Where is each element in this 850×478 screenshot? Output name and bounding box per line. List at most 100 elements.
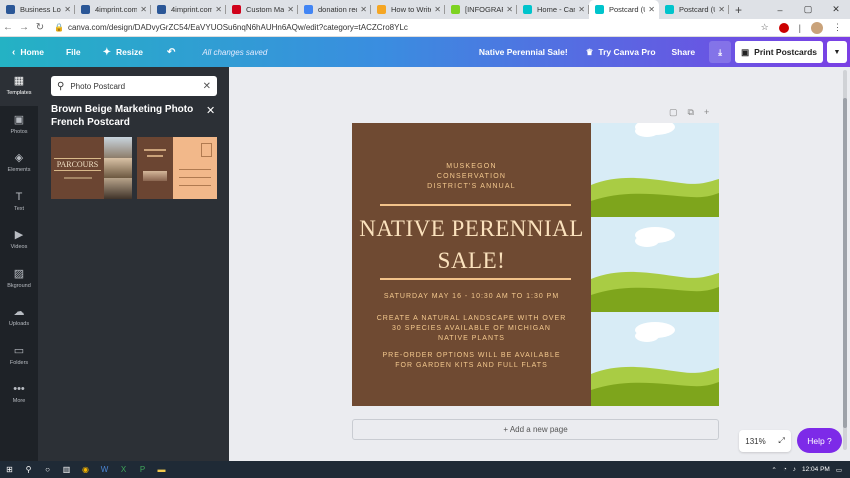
- landscape-images[interactable]: [591, 123, 719, 406]
- rail-item-photos[interactable]: ▣ Photos: [0, 106, 38, 145]
- browser-tab[interactable]: 4imprint.com ✕: [75, 0, 151, 19]
- landscape-image[interactable]: [591, 217, 719, 312]
- stamp-box: [201, 143, 212, 157]
- file-menu-button[interactable]: File: [66, 47, 81, 57]
- fullscreen-icon[interactable]: ⤢: [778, 436, 784, 446]
- event-description[interactable]: CREATE A NATURAL LANDSCAPE WITH OVER 30 …: [376, 314, 567, 344]
- file-label: File: [65, 47, 81, 57]
- rail-item-videos[interactable]: ▶ Videos: [0, 221, 38, 260]
- event-title[interactable]: NATIVE PERENNIAL SALE!: [352, 213, 591, 277]
- zoom-control[interactable]: 131% ⤢: [739, 430, 791, 452]
- close-tab-icon[interactable]: ✕: [64, 5, 71, 14]
- clear-search-icon[interactable]: ✕: [203, 81, 211, 92]
- browser-tab[interactable]: How to Write ✕: [371, 0, 445, 19]
- tray-chevron-icon[interactable]: ⌃: [771, 466, 776, 474]
- maximize-icon[interactable]: ▢: [794, 4, 822, 15]
- network-icon[interactable]: ◔: [783, 466, 787, 473]
- browser-tab[interactable]: donation req ✕: [298, 0, 371, 19]
- notifications-icon[interactable]: ▭: [836, 466, 842, 474]
- cortana-icon[interactable]: ○: [38, 461, 57, 478]
- reload-icon[interactable]: ↻: [32, 22, 48, 33]
- publisher-icon[interactable]: P: [133, 461, 152, 478]
- close-tab-icon[interactable]: ✕: [718, 5, 725, 14]
- browser-tab[interactable]: Custom Mag ✕: [226, 0, 298, 19]
- browser-tab[interactable]: 4imprint.com ✕: [151, 0, 226, 19]
- back-icon[interactable]: ←: [0, 22, 16, 33]
- browser-tab[interactable]: Postcard (US✕: [589, 0, 659, 19]
- tab-favicon-icon: [523, 5, 532, 14]
- rail-item-uploads[interactable]: ☁ Uploads: [0, 298, 38, 337]
- browser-tab[interactable]: Home - Canv✕: [517, 0, 589, 19]
- undo-button[interactable]: ↶: [167, 47, 180, 58]
- close-tab-icon[interactable]: ✕: [506, 5, 513, 14]
- crown-icon: ♛: [585, 46, 594, 57]
- file-explorer-icon[interactable]: ▬: [152, 461, 171, 478]
- browser-tab[interactable]: [INFOGRAPH✕: [445, 0, 517, 19]
- design-title[interactable]: Native Perennial Sale!: [479, 47, 568, 57]
- share-button[interactable]: Share: [672, 47, 696, 57]
- try-canva-pro-button[interactable]: ♛ Try Canva Pro: [586, 47, 656, 58]
- profile-avatar[interactable]: [811, 21, 823, 34]
- help-button[interactable]: Help ?: [797, 428, 842, 453]
- chrome-icon[interactable]: ◉: [76, 461, 95, 478]
- time-display[interactable]: 12:04 PM: [802, 466, 830, 473]
- forward-icon[interactable]: →: [16, 22, 32, 33]
- postcard-text-panel[interactable]: MUSKEGON CONSERVATION DISTRICT'S ANNUAL …: [352, 123, 591, 406]
- notes-icon[interactable]: ▢: [669, 107, 678, 118]
- close-template-icon[interactable]: ✕: [206, 104, 215, 117]
- canvas-scrollbar[interactable]: [843, 70, 847, 450]
- landscape-image[interactable]: [591, 123, 719, 218]
- close-tab-icon[interactable]: ✕: [140, 5, 147, 14]
- rail-label: Videos: [10, 244, 28, 251]
- add-new-page-button[interactable]: + Add a new page: [352, 419, 719, 440]
- browser-menu-icon[interactable]: ⋮: [833, 22, 842, 33]
- home-button[interactable]: ‹ Home: [12, 47, 44, 58]
- close-tab-icon[interactable]: ✕: [287, 5, 294, 14]
- template-search-input[interactable]: [70, 81, 203, 91]
- volume-icon[interactable]: ♪: [793, 466, 796, 473]
- download-button[interactable]: ⤓: [709, 41, 732, 63]
- rail-item-folders[interactable]: ▭ Folders: [0, 337, 38, 376]
- organization-text[interactable]: MUSKEGON CONSERVATION DISTRICT'S ANNUAL: [352, 162, 591, 192]
- duplicate-page-icon[interactable]: ⧉: [688, 107, 694, 118]
- browser-tab[interactable]: Business Log ✕: [0, 0, 75, 19]
- scrollbar-thumb[interactable]: [843, 98, 847, 428]
- thumbnail-photo-eiffel: [104, 137, 132, 158]
- browser-tab[interactable]: Postcard (US✕: [659, 0, 729, 19]
- close-window-icon[interactable]: ✕: [822, 4, 850, 15]
- url-field[interactable]: 🔒 canva.com/design/DADvyGrZC54/EaVYUOSu6n…: [54, 23, 761, 32]
- close-tab-icon[interactable]: ✕: [434, 5, 441, 14]
- print-options-dropdown[interactable]: ▼: [827, 41, 847, 63]
- resize-button[interactable]: ✦ Resize: [103, 47, 143, 58]
- extension-icon[interactable]: [778, 22, 789, 33]
- rail-item-more[interactable]: ••• More: [0, 375, 38, 414]
- preorder-text[interactable]: PRE-ORDER OPTIONS WILL BE AVAILABLE FOR …: [376, 351, 567, 371]
- template-thumbnail-back[interactable]: [137, 137, 217, 199]
- minimize-icon[interactable]: –: [766, 5, 794, 15]
- windows-start-icon[interactable]: ⊞: [0, 461, 19, 478]
- print-postcards-button[interactable]: ▣ Print Postcards: [735, 41, 823, 63]
- task-view-icon[interactable]: ▥: [57, 461, 76, 478]
- new-tab-icon[interactable]: +: [735, 3, 742, 17]
- event-date[interactable]: SATURDAY MAY 16 - 10:30 AM TO 1:30 PM: [352, 293, 591, 300]
- bottom-rule[interactable]: [380, 278, 571, 280]
- excel-icon[interactable]: X: [114, 461, 133, 478]
- add-page-icon[interactable]: +: [704, 107, 709, 118]
- template-thumbnail-front[interactable]: PARCOURS: [51, 137, 132, 200]
- top-rule[interactable]: [380, 204, 571, 206]
- rail-item-templates[interactable]: ▦ Templates: [0, 67, 38, 106]
- close-tab-icon[interactable]: ✕: [578, 5, 585, 14]
- rail-item-elements[interactable]: ◈ Elements: [0, 144, 38, 183]
- bookmark-star-icon[interactable]: ☆: [761, 22, 769, 33]
- rail-item-text[interactable]: T Text: [0, 183, 38, 222]
- landscape-image[interactable]: [591, 311, 719, 406]
- close-tab-icon[interactable]: ✕: [215, 5, 222, 14]
- close-tab-icon[interactable]: ✕: [360, 5, 367, 14]
- close-tab-icon[interactable]: ✕: [648, 5, 655, 14]
- window-controls: – ▢ ✕: [766, 0, 850, 19]
- rail-item-bkground[interactable]: ▨ Bkground: [0, 260, 38, 299]
- undo-icon: ↶: [166, 46, 176, 58]
- postcard-page[interactable]: MUSKEGON CONSERVATION DISTRICT'S ANNUAL …: [352, 123, 719, 406]
- word-icon[interactable]: W: [95, 461, 114, 478]
- search-icon[interactable]: ⚲: [19, 461, 38, 478]
